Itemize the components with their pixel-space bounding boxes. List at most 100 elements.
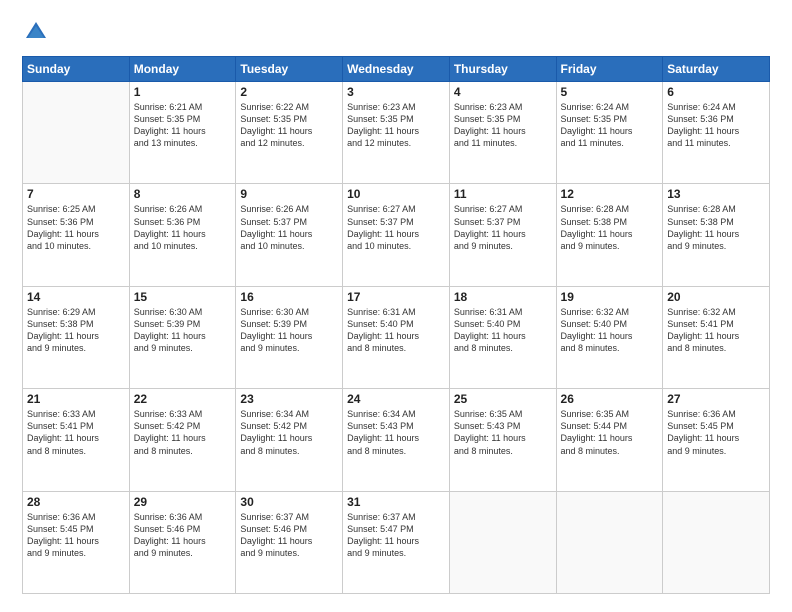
day-cell: 20Sunrise: 6:32 AM Sunset: 5:41 PM Dayli… (663, 286, 770, 388)
week-row: 1 Sunrise: 6:21 AM Sunset: 5:35 PM Daylig… (23, 82, 770, 184)
day-info: Sunrise: 6:36 AM Sunset: 5:46 PM Dayligh… (134, 511, 232, 560)
day-number: 8 (134, 187, 232, 201)
day-info: Sunrise: 6:30 AM Sunset: 5:39 PM Dayligh… (240, 306, 338, 355)
day-number: 7 (27, 187, 125, 201)
day-info: Sunrise: 6:37 AM Sunset: 5:47 PM Dayligh… (347, 511, 445, 560)
day-info: Sunrise: 6:29 AM Sunset: 5:38 PM Dayligh… (27, 306, 125, 355)
week-row: 28 Sunrise: 6:36 AM Sunset: 5:45 PM Dayli… (23, 491, 770, 593)
day-cell: 30Sunrise: 6:37 AM Sunset: 5:46 PM Dayli… (236, 491, 343, 593)
day-info: Sunrise: 6:33 AM Sunset: 5:42 PM Dayligh… (134, 408, 232, 457)
logo-icon (22, 18, 50, 46)
day-info: Sunrise: 6:23 AM Sunset: 5:35 PM Dayligh… (454, 101, 552, 150)
day-info: Sunrise: 6:35 AM Sunset: 5:44 PM Dayligh… (561, 408, 659, 457)
day-cell: 17Sunrise: 6:31 AM Sunset: 5:40 PM Dayli… (343, 286, 450, 388)
day-info: Sunrise: 6:36 AM Sunset: 5:45 PM Dayligh… (667, 408, 765, 457)
day-cell (663, 491, 770, 593)
page: SundayMondayTuesdayWednesdayThursdayFrid… (0, 0, 792, 612)
day-number: 4 (454, 85, 552, 99)
day-number: 14 (27, 290, 125, 304)
day-cell: 9 Sunrise: 6:26 AM Sunset: 5:37 PM Daylig… (236, 184, 343, 286)
day-number: 29 (134, 495, 232, 509)
day-info: Sunrise: 6:33 AM Sunset: 5:41 PM Dayligh… (27, 408, 125, 457)
day-number: 12 (561, 187, 659, 201)
week-row: 21 Sunrise: 6:33 AM Sunset: 5:41 PM Dayli… (23, 389, 770, 491)
header-cell-friday: Friday (556, 57, 663, 82)
day-number: 5 (561, 85, 659, 99)
day-number: 24 (347, 392, 445, 406)
day-cell: 3 Sunrise: 6:23 AM Sunset: 5:35 PM Daylig… (343, 82, 450, 184)
day-info: Sunrise: 6:35 AM Sunset: 5:43 PM Dayligh… (454, 408, 552, 457)
day-cell: 19 Sunrise: 6:32 AM Sunset: 5:40 PM Dayli… (556, 286, 663, 388)
day-info: Sunrise: 6:27 AM Sunset: 5:37 PM Dayligh… (347, 203, 445, 252)
day-cell: 28 Sunrise: 6:36 AM Sunset: 5:45 PM Dayli… (23, 491, 130, 593)
day-number: 30 (240, 495, 338, 509)
day-info: Sunrise: 6:26 AM Sunset: 5:37 PM Dayligh… (240, 203, 338, 252)
day-number: 28 (27, 495, 125, 509)
day-info: Sunrise: 6:36 AM Sunset: 5:45 PM Dayligh… (27, 511, 125, 560)
day-number: 18 (454, 290, 552, 304)
day-number: 25 (454, 392, 552, 406)
day-info: Sunrise: 6:26 AM Sunset: 5:36 PM Dayligh… (134, 203, 232, 252)
day-cell: 27 Sunrise: 6:36 AM Sunset: 5:45 PM Dayli… (663, 389, 770, 491)
day-number: 6 (667, 85, 765, 99)
week-row: 7 Sunrise: 6:25 AM Sunset: 5:36 PM Daylig… (23, 184, 770, 286)
day-cell: 18 Sunrise: 6:31 AM Sunset: 5:40 PM Dayli… (449, 286, 556, 388)
day-info: Sunrise: 6:32 AM Sunset: 5:41 PM Dayligh… (667, 306, 765, 355)
day-info: Sunrise: 6:24 AM Sunset: 5:36 PM Dayligh… (667, 101, 765, 150)
day-cell: 23 Sunrise: 6:34 AM Sunset: 5:42 PM Dayli… (236, 389, 343, 491)
day-cell: 24 Sunrise: 6:34 AM Sunset: 5:43 PM Dayli… (343, 389, 450, 491)
day-number: 3 (347, 85, 445, 99)
day-cell: 31 Sunrise: 6:37 AM Sunset: 5:47 PM Dayli… (343, 491, 450, 593)
day-number: 27 (667, 392, 765, 406)
header-cell-sunday: Sunday (23, 57, 130, 82)
day-cell: 29 Sunrise: 6:36 AM Sunset: 5:46 PM Dayli… (129, 491, 236, 593)
day-number: 23 (240, 392, 338, 406)
header-row: SundayMondayTuesdayWednesdayThursdayFrid… (23, 57, 770, 82)
day-info: Sunrise: 6:28 AM Sunset: 5:38 PM Dayligh… (561, 203, 659, 252)
day-info: Sunrise: 6:25 AM Sunset: 5:36 PM Dayligh… (27, 203, 125, 252)
day-number: 31 (347, 495, 445, 509)
day-cell: 11 Sunrise: 6:27 AM Sunset: 5:37 PM Dayli… (449, 184, 556, 286)
day-cell: 12 Sunrise: 6:28 AM Sunset: 5:38 PM Dayli… (556, 184, 663, 286)
day-cell: 26 Sunrise: 6:35 AM Sunset: 5:44 PM Dayli… (556, 389, 663, 491)
day-info: Sunrise: 6:34 AM Sunset: 5:43 PM Dayligh… (347, 408, 445, 457)
day-cell: 6 Sunrise: 6:24 AM Sunset: 5:36 PM Daylig… (663, 82, 770, 184)
day-info: Sunrise: 6:23 AM Sunset: 5:35 PM Dayligh… (347, 101, 445, 150)
day-cell: 2Sunrise: 6:22 AM Sunset: 5:35 PM Daylig… (236, 82, 343, 184)
day-number: 11 (454, 187, 552, 201)
day-cell: 16Sunrise: 6:30 AM Sunset: 5:39 PM Dayli… (236, 286, 343, 388)
day-info: Sunrise: 6:24 AM Sunset: 5:35 PM Dayligh… (561, 101, 659, 150)
day-cell: 25 Sunrise: 6:35 AM Sunset: 5:43 PM Dayli… (449, 389, 556, 491)
day-info: Sunrise: 6:28 AM Sunset: 5:38 PM Dayligh… (667, 203, 765, 252)
day-number: 19 (561, 290, 659, 304)
day-info: Sunrise: 6:27 AM Sunset: 5:37 PM Dayligh… (454, 203, 552, 252)
day-info: Sunrise: 6:32 AM Sunset: 5:40 PM Dayligh… (561, 306, 659, 355)
day-info: Sunrise: 6:31 AM Sunset: 5:40 PM Dayligh… (347, 306, 445, 355)
day-info: Sunrise: 6:21 AM Sunset: 5:35 PM Dayligh… (134, 101, 232, 150)
calendar-header: SundayMondayTuesdayWednesdayThursdayFrid… (23, 57, 770, 82)
day-cell: 1 Sunrise: 6:21 AM Sunset: 5:35 PM Daylig… (129, 82, 236, 184)
day-number: 9 (240, 187, 338, 201)
logo (22, 18, 54, 46)
header-cell-thursday: Thursday (449, 57, 556, 82)
day-number: 15 (134, 290, 232, 304)
day-info: Sunrise: 6:34 AM Sunset: 5:42 PM Dayligh… (240, 408, 338, 457)
day-number: 1 (134, 85, 232, 99)
calendar-table: SundayMondayTuesdayWednesdayThursdayFrid… (22, 56, 770, 594)
day-cell: 22 Sunrise: 6:33 AM Sunset: 5:42 PM Dayli… (129, 389, 236, 491)
day-cell: 5 Sunrise: 6:24 AM Sunset: 5:35 PM Daylig… (556, 82, 663, 184)
day-cell: 13Sunrise: 6:28 AM Sunset: 5:38 PM Dayli… (663, 184, 770, 286)
day-cell: 15 Sunrise: 6:30 AM Sunset: 5:39 PM Dayli… (129, 286, 236, 388)
day-number: 26 (561, 392, 659, 406)
day-number: 2 (240, 85, 338, 99)
day-cell (23, 82, 130, 184)
day-cell: 10Sunrise: 6:27 AM Sunset: 5:37 PM Dayli… (343, 184, 450, 286)
day-number: 21 (27, 392, 125, 406)
day-cell: 4 Sunrise: 6:23 AM Sunset: 5:35 PM Daylig… (449, 82, 556, 184)
day-cell: 14 Sunrise: 6:29 AM Sunset: 5:38 PM Dayli… (23, 286, 130, 388)
day-cell (556, 491, 663, 593)
day-info: Sunrise: 6:30 AM Sunset: 5:39 PM Dayligh… (134, 306, 232, 355)
day-number: 22 (134, 392, 232, 406)
day-info: Sunrise: 6:31 AM Sunset: 5:40 PM Dayligh… (454, 306, 552, 355)
calendar-body: 1 Sunrise: 6:21 AM Sunset: 5:35 PM Daylig… (23, 82, 770, 594)
